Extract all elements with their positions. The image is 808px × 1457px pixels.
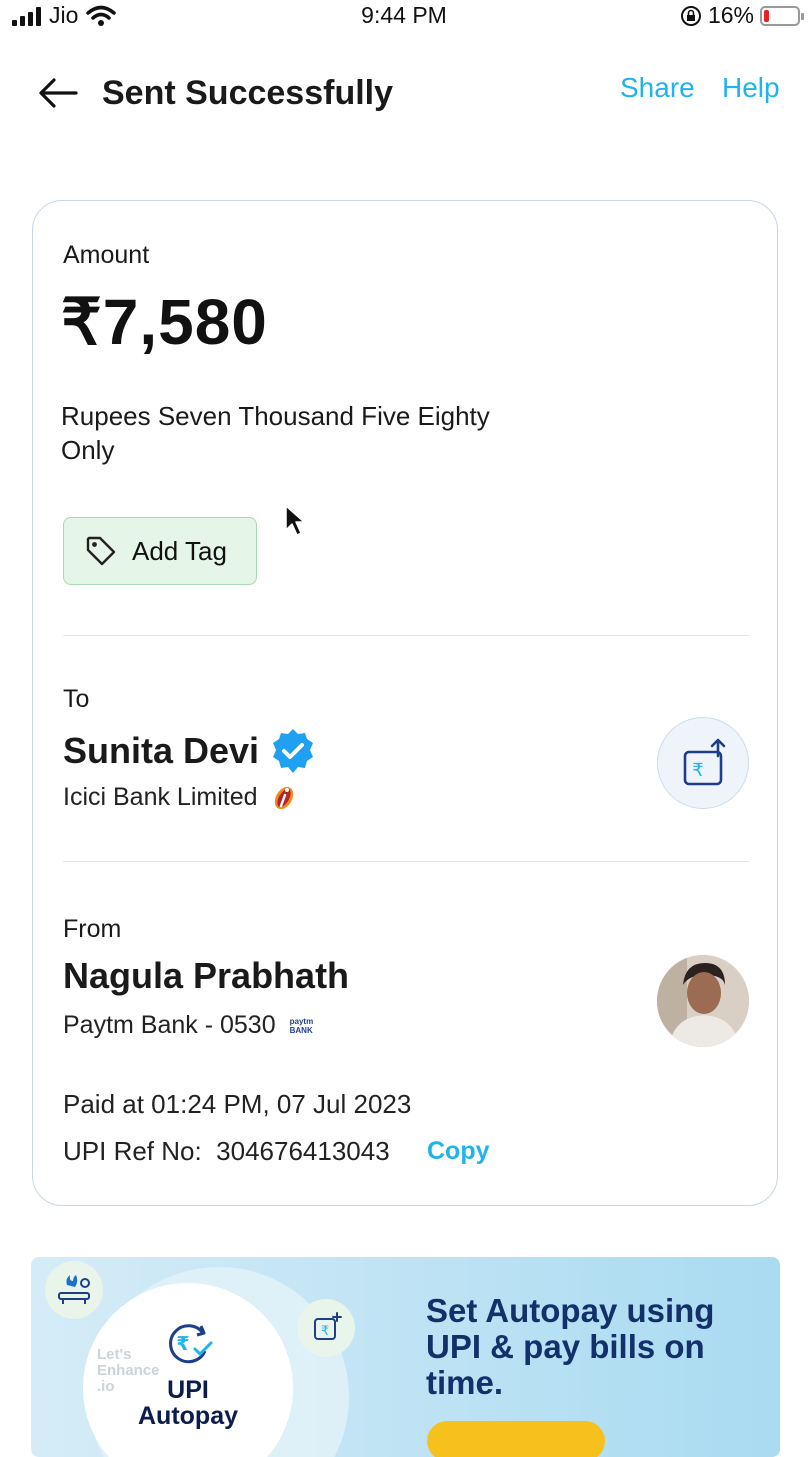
add-tag-label: Add Tag xyxy=(132,535,227,566)
person-photo-icon xyxy=(657,955,749,1047)
help-link[interactable]: Help xyxy=(722,72,780,104)
svg-text:₹: ₹ xyxy=(176,1333,189,1355)
copy-button[interactable]: Copy xyxy=(427,1137,490,1166)
from-label: From xyxy=(63,915,122,943)
to-label: To xyxy=(63,685,90,713)
send-rupee-icon: ₹ xyxy=(683,738,726,786)
upi-autopay-banner[interactable]: ₹ ₹ UPI Autopay Let's Enhance .io Set Au… xyxy=(31,1257,780,1457)
status-bar: Jio 9:44 PM 16% xyxy=(0,0,808,30)
verified-badge-icon xyxy=(273,729,314,773)
sender-avatar xyxy=(657,955,749,1047)
add-rupee-bill-icon: ₹ xyxy=(314,1312,342,1340)
divider xyxy=(63,635,749,636)
recipient-name: Sunita Devi xyxy=(63,730,260,771)
svg-text:₹: ₹ xyxy=(321,1324,329,1339)
header: Sent Successfully Share Help xyxy=(0,60,808,130)
back-arrow-icon[interactable] xyxy=(36,75,80,111)
svg-text:₹: ₹ xyxy=(692,760,703,781)
icici-logo-icon xyxy=(274,786,293,809)
sender-name: Nagula Prabhath xyxy=(63,955,350,996)
gas-stove-icon xyxy=(58,1275,90,1304)
amount-label: Amount xyxy=(63,241,150,269)
payment-receipt-card: Amount ₹7,580 Rupees Seven Thousand Five… xyxy=(32,200,778,1206)
battery-percent: 16% xyxy=(707,2,754,28)
paytm-bank-logo: paytm BANK xyxy=(289,1016,314,1035)
battery-icon xyxy=(760,5,804,26)
banner-headline: Set Autopay using UPI & pay bills on tim… xyxy=(426,1292,715,1401)
add-tag-button[interactable]: Add Tag xyxy=(63,517,257,585)
paid-at-text: Paid at 01:24 PM, 07 Jul 2023 xyxy=(63,1089,412,1119)
amount-value: ₹7,580 xyxy=(61,286,268,358)
gas-bill-bubble xyxy=(45,1261,103,1319)
banner-cta-button[interactable] xyxy=(427,1421,605,1457)
orientation-lock-icon xyxy=(680,5,701,26)
tag-icon xyxy=(86,536,116,566)
upi-ref-text: UPI Ref No: 304676413043 xyxy=(63,1136,390,1166)
sender-bank: Paytm Bank - 0530 xyxy=(63,1011,276,1039)
sender-bank-row: Paytm Bank - 0530 paytm BANK xyxy=(63,1011,318,1040)
share-link[interactable]: Share xyxy=(620,72,695,104)
recipient-bank-row: Icici Bank Limited xyxy=(63,783,298,812)
mouse-cursor-icon xyxy=(285,505,305,536)
autopay-badge-line2: Autopay xyxy=(138,1402,238,1430)
recipient-bank: Icici Bank Limited xyxy=(63,783,258,811)
recipient-row: Sunita Devi xyxy=(63,727,317,775)
rupee-bill-bubble: ₹ xyxy=(297,1299,355,1357)
watermark: Let's Enhance .io xyxy=(97,1346,160,1395)
status-right: 16% xyxy=(680,2,804,29)
page-title: Sent Successfully xyxy=(102,74,394,112)
repeat-payment-button[interactable]: ₹ xyxy=(657,717,749,809)
divider xyxy=(63,861,749,862)
amount-in-words: Rupees Seven Thousand Five Eighty Only xyxy=(61,401,490,465)
